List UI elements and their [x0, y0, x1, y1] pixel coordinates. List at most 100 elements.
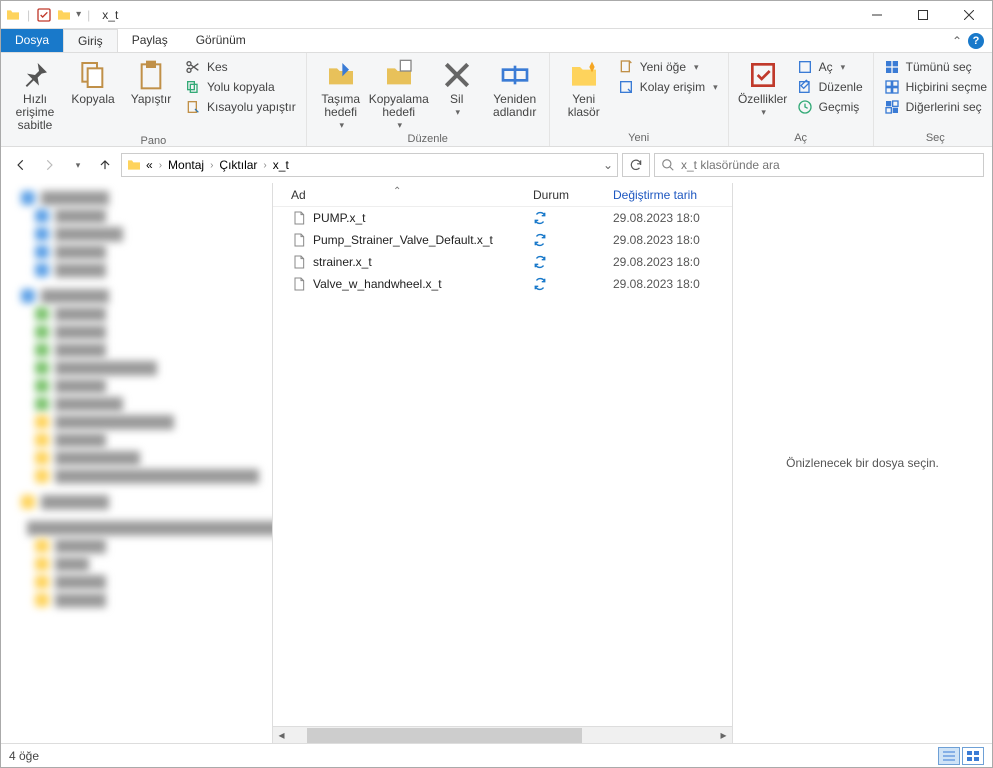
recent-locations-button[interactable]: ▾ — [65, 153, 89, 177]
search-icon — [661, 158, 675, 172]
paste-icon — [135, 59, 167, 91]
forward-button[interactable] — [37, 153, 61, 177]
item-count: 4 öğe — [9, 749, 39, 763]
file-list[interactable]: PUMP.x_t29.08.2023 18:0Pump_Strainer_Val… — [273, 207, 732, 726]
file-row[interactable]: strainer.x_t29.08.2023 18:0 — [273, 251, 732, 273]
select-all-button[interactable]: Tümünü seç — [880, 59, 991, 75]
file-list-pane: Ad ⌃ Durum Değiştirme tarih PUMP.x_t29.0… — [273, 183, 732, 743]
separator: | — [27, 8, 30, 22]
tab-file[interactable]: Dosya — [1, 29, 63, 52]
sync-icon — [533, 255, 547, 269]
copy-path-icon — [185, 79, 201, 95]
rename-icon — [499, 59, 531, 91]
window-title: x_t — [102, 8, 118, 22]
maximize-button[interactable] — [900, 1, 946, 29]
easy-access-icon — [618, 79, 634, 95]
search-input[interactable] — [681, 158, 977, 172]
history-icon — [797, 99, 813, 115]
file-row[interactable]: Pump_Strainer_Valve_Default.x_t29.08.202… — [273, 229, 732, 251]
paste-button[interactable]: Yapıştır — [123, 55, 179, 106]
new-folder-label: Yeni klasör — [556, 93, 612, 119]
file-name: Pump_Strainer_Valve_Default.x_t — [313, 233, 493, 247]
group-clipboard: Hızlı erişime sabitle Kopyala Yapıştır K… — [1, 53, 307, 146]
search-box[interactable] — [654, 153, 984, 177]
file-date: 29.08.2023 18:0 — [613, 211, 732, 225]
delete-button[interactable]: Sil▾ — [429, 55, 485, 118]
easy-access-button[interactable]: Kolay erişim▾ — [614, 79, 722, 95]
invert-selection-button[interactable]: Diğerlerini seç — [880, 99, 991, 115]
status-bar: 4 öğe — [1, 743, 992, 767]
chevron-right-icon[interactable]: › — [263, 160, 266, 171]
collapse-ribbon-icon[interactable]: ⌃ — [952, 34, 962, 48]
history-label: Geçmiş — [819, 100, 860, 114]
file-row[interactable]: PUMP.x_t29.08.2023 18:0 — [273, 207, 732, 229]
new-folder-button[interactable]: Yeni klasör — [556, 55, 612, 119]
column-header-status[interactable]: Durum — [533, 188, 613, 202]
history-button[interactable]: Geçmiş — [793, 99, 867, 115]
group-open-label: Aç — [735, 130, 867, 146]
new-item-button[interactable]: Yeni öğe▾ — [614, 59, 722, 75]
folder-icon — [5, 7, 21, 23]
edit-button[interactable]: Düzenle — [793, 79, 867, 95]
column-header-name[interactable]: Ad ⌃ — [273, 188, 533, 202]
file-row[interactable]: Valve_w_handwheel.x_t29.08.2023 18:0 — [273, 273, 732, 295]
paste-shortcut-icon — [185, 99, 201, 115]
address-bar[interactable]: « › Montaj › Çıktılar › x_t ⌄ — [121, 153, 618, 177]
thumbnails-view-button[interactable] — [962, 747, 984, 765]
file-icon — [291, 254, 307, 270]
scrollbar-thumb[interactable] — [307, 728, 582, 743]
sync-icon — [533, 233, 547, 247]
select-none-button[interactable]: Hiçbirini seçme — [880, 79, 991, 95]
paste-shortcut-button[interactable]: Kısayolu yapıştır — [181, 99, 300, 115]
cut-label: Kes — [207, 60, 228, 74]
tab-share[interactable]: Paylaş — [118, 29, 182, 52]
refresh-button[interactable] — [622, 153, 650, 177]
copy-to-button[interactable]: Kopyalama hedefi▾ — [371, 55, 427, 131]
open-button[interactable]: Aç▾ — [793, 59, 867, 75]
breadcrumb-item[interactable]: Montaj — [168, 158, 204, 172]
select-all-icon — [884, 59, 900, 75]
sync-icon — [533, 211, 547, 225]
file-date: 29.08.2023 18:0 — [613, 255, 732, 269]
file-name: Valve_w_handwheel.x_t — [313, 277, 442, 291]
file-icon — [291, 232, 307, 248]
sync-icon — [533, 277, 547, 291]
horizontal-scrollbar[interactable]: ◂ ▸ — [273, 726, 732, 743]
move-to-button[interactable]: Taşıma hedefi▾ — [313, 55, 369, 131]
help-icon[interactable]: ? — [968, 33, 984, 49]
pin-label: Hızlı erişime sabitle — [7, 93, 63, 133]
copy-button[interactable]: Kopyala — [65, 55, 121, 106]
address-row: ▾ « › Montaj › Çıktılar › x_t ⌄ — [1, 147, 992, 183]
easy-access-label: Kolay erişim — [640, 80, 705, 94]
tab-view[interactable]: Görünüm — [182, 29, 260, 52]
group-organize: Taşıma hedefi▾ Kopyalama hedefi▾ Sil▾ Ye… — [307, 53, 550, 146]
minimize-button[interactable] — [854, 1, 900, 29]
delete-label: Sil — [450, 93, 463, 106]
close-button[interactable] — [946, 1, 992, 29]
copy-icon — [77, 59, 109, 91]
address-dropdown-icon[interactable]: ⌄ — [603, 158, 613, 172]
scrollbar-right-arrow[interactable]: ▸ — [715, 728, 732, 742]
navigation-pane[interactable]: ████████ ██████ ████████ ██████ ██████ █… — [1, 183, 273, 743]
breadcrumb-item[interactable]: x_t — [273, 158, 289, 172]
details-view-button[interactable] — [938, 747, 960, 765]
rename-button[interactable]: Yeniden adlandır — [487, 55, 543, 119]
qat-dropdown-icon[interactable]: ▾ — [76, 9, 81, 20]
pin-to-quick-access-button[interactable]: Hızlı erişime sabitle — [7, 55, 63, 133]
copy-path-button[interactable]: Yolu kopyala — [181, 79, 300, 95]
properties-button[interactable]: Özellikler▾ — [735, 55, 791, 118]
back-button[interactable] — [9, 153, 33, 177]
sort-indicator-icon: ⌃ — [393, 186, 401, 197]
group-select-label: Seç — [880, 130, 991, 146]
breadcrumb-overflow[interactable]: « — [146, 158, 153, 172]
properties-quick-icon[interactable] — [36, 7, 52, 23]
column-header-date[interactable]: Değiştirme tarih — [613, 188, 732, 202]
chevron-right-icon[interactable]: › — [159, 160, 162, 171]
new-item-icon — [618, 59, 634, 75]
tab-home[interactable]: Giriş — [63, 29, 118, 52]
cut-button[interactable]: Kes — [181, 59, 300, 75]
scrollbar-left-arrow[interactable]: ◂ — [273, 728, 290, 742]
up-button[interactable] — [93, 153, 117, 177]
breadcrumb-item[interactable]: Çıktılar — [219, 158, 257, 172]
chevron-right-icon[interactable]: › — [210, 160, 213, 171]
